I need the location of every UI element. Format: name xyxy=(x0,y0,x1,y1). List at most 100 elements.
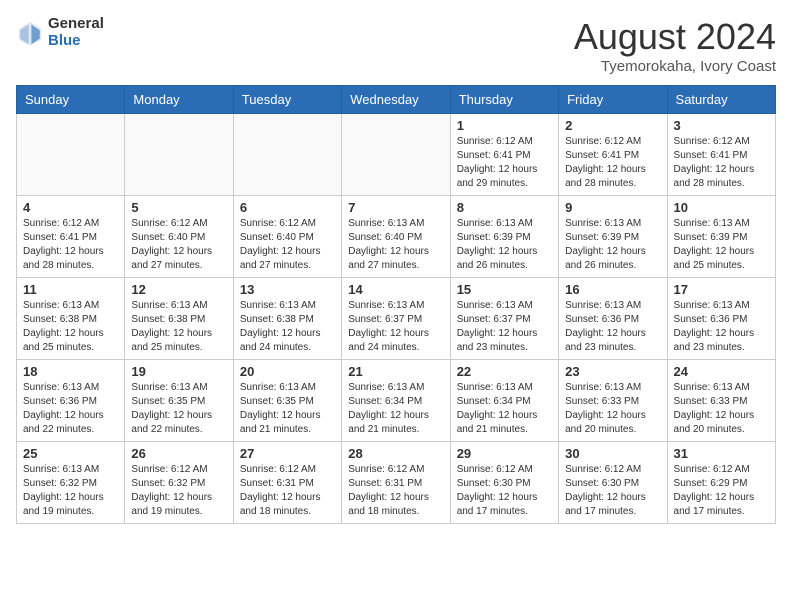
day-number: 11 xyxy=(23,282,118,297)
day-number: 4 xyxy=(23,200,118,215)
location: Tyemorokaha, Ivory Coast xyxy=(574,58,776,75)
day-number: 19 xyxy=(131,364,226,379)
day-info: Sunrise: 6:13 AM Sunset: 6:34 PM Dayligh… xyxy=(457,381,552,437)
week-row-1: 1 Sunrise: 6:12 AM Sunset: 6:41 PM Daylig… xyxy=(17,114,776,196)
day-number: 8 xyxy=(457,200,552,215)
day-cell: 26Sunrise: 6:12 AM Sunset: 6:32 PM Dayli… xyxy=(125,442,233,524)
day-cell: 4 Sunrise: 6:12 AM Sunset: 6:41 PM Daylig… xyxy=(17,196,125,278)
day-number: 14 xyxy=(348,282,443,297)
day-number: 27 xyxy=(240,446,335,461)
day-number: 24 xyxy=(674,364,769,379)
logo-general-text: General xyxy=(48,16,104,33)
day-number: 17 xyxy=(674,282,769,297)
day-info: Sunrise: 6:13 AM Sunset: 6:39 PM Dayligh… xyxy=(674,217,769,273)
day-info: Sunrise: 6:13 AM Sunset: 6:33 PM Dayligh… xyxy=(674,381,769,437)
day-info: Sunrise: 6:13 AM Sunset: 6:38 PM Dayligh… xyxy=(240,299,335,355)
day-number: 18 xyxy=(23,364,118,379)
day-info: Sunrise: 6:13 AM Sunset: 6:38 PM Dayligh… xyxy=(23,299,118,355)
day-cell: 1Sunrise: 6:12 AM Sunset: 6:41 PM Daylig… xyxy=(450,114,558,196)
day-number: 23 xyxy=(565,364,660,379)
day-number: 25 xyxy=(23,446,118,461)
logo-icon xyxy=(16,19,44,47)
day-info: Sunrise: 6:12 AM Sunset: 6:41 PM Dayligh… xyxy=(674,135,769,191)
day-info: Sunrise: 6:12 AM Sunset: 6:31 PM Dayligh… xyxy=(348,463,443,519)
day-cell: 22 Sunrise: 6:13 AM Sunset: 6:34 PM Dayli… xyxy=(450,360,558,442)
day-number: 21 xyxy=(348,364,443,379)
day-number: 2 xyxy=(565,118,660,133)
day-info: Sunrise: 6:13 AM Sunset: 6:36 PM Dayligh… xyxy=(565,299,660,355)
day-info: Sunrise: 6:13 AM Sunset: 6:37 PM Dayligh… xyxy=(348,299,443,355)
day-cell: 11 Sunrise: 6:13 AM Sunset: 6:38 PM Dayli… xyxy=(17,278,125,360)
weekday-header-friday: Friday xyxy=(559,86,667,114)
day-cell: 23 Sunrise: 6:13 AM Sunset: 6:33 PM Dayli… xyxy=(559,360,667,442)
day-cell: 28 Sunrise: 6:12 AM Sunset: 6:31 PM Dayli… xyxy=(342,442,450,524)
logo-blue-text: Blue xyxy=(48,33,104,50)
day-cell: 24 Sunrise: 6:13 AM Sunset: 6:33 PM Dayli… xyxy=(667,360,775,442)
day-info: Sunrise: 6:12 AM Sunset: 6:30 PM Dayligh… xyxy=(565,463,660,519)
logo-text: General Blue xyxy=(48,16,104,49)
day-cell: 3 Sunrise: 6:12 AM Sunset: 6:41 PM Daylig… xyxy=(667,114,775,196)
day-number: 22 xyxy=(457,364,552,379)
day-cell: 27 Sunrise: 6:12 AM Sunset: 6:31 PM Dayli… xyxy=(233,442,341,524)
weekday-header-monday: Monday xyxy=(125,86,233,114)
day-cell: 18 Sunrise: 6:13 AM Sunset: 6:36 PM Dayli… xyxy=(17,360,125,442)
day-info: Sunrise: 6:13 AM Sunset: 6:35 PM Dayligh… xyxy=(131,381,226,437)
day-info: Sunrise: 6:13 AM Sunset: 6:38 PM Dayligh… xyxy=(131,299,226,355)
day-number: 5 xyxy=(131,200,226,215)
day-info: Sunrise: 6:12 AM Sunset: 6:40 PM Dayligh… xyxy=(240,217,335,273)
day-cell: 15 Sunrise: 6:13 AM Sunset: 6:37 PM Dayli… xyxy=(450,278,558,360)
day-number: 28 xyxy=(348,446,443,461)
day-cell: 20Sunrise: 6:13 AM Sunset: 6:35 PM Dayli… xyxy=(233,360,341,442)
weekday-header-sunday: Sunday xyxy=(17,86,125,114)
day-cell: 19 Sunrise: 6:13 AM Sunset: 6:35 PM Dayli… xyxy=(125,360,233,442)
day-info: Sunrise: 6:12 AM Sunset: 6:29 PM Dayligh… xyxy=(674,463,769,519)
day-number: 7 xyxy=(348,200,443,215)
header: General Blue August 2024 Tyemorokaha, Iv… xyxy=(16,16,776,75)
day-cell: 31 Sunrise: 6:12 AM Sunset: 6:29 PM Dayli… xyxy=(667,442,775,524)
day-cell: 5 Sunrise: 6:12 AM Sunset: 6:40 PM Daylig… xyxy=(125,196,233,278)
day-cell: 2 Sunrise: 6:12 AM Sunset: 6:41 PM Daylig… xyxy=(559,114,667,196)
day-number: 1 xyxy=(457,118,552,133)
day-info: Sunrise: 6:13 AM Sunset: 6:33 PM Dayligh… xyxy=(565,381,660,437)
day-number: 3 xyxy=(674,118,769,133)
week-row-3: 11 Sunrise: 6:13 AM Sunset: 6:38 PM Dayli… xyxy=(17,278,776,360)
day-cell: 10Sunrise: 6:13 AM Sunset: 6:39 PM Dayli… xyxy=(667,196,775,278)
day-cell: 6 Sunrise: 6:12 AM Sunset: 6:40 PM Daylig… xyxy=(233,196,341,278)
day-info: Sunrise: 6:13 AM Sunset: 6:37 PM Dayligh… xyxy=(457,299,552,355)
day-info: Sunrise: 6:12 AM Sunset: 6:31 PM Dayligh… xyxy=(240,463,335,519)
day-cell: 14 Sunrise: 6:13 AM Sunset: 6:37 PM Dayli… xyxy=(342,278,450,360)
day-info: Sunrise: 6:13 AM Sunset: 6:36 PM Dayligh… xyxy=(23,381,118,437)
day-number: 12 xyxy=(131,282,226,297)
day-info: Sunrise: 6:12 AM Sunset: 6:40 PM Dayligh… xyxy=(131,217,226,273)
day-info: Sunrise: 6:13 AM Sunset: 6:39 PM Dayligh… xyxy=(457,217,552,273)
week-row-2: 4 Sunrise: 6:12 AM Sunset: 6:41 PM Daylig… xyxy=(17,196,776,278)
day-cell: 13 Sunrise: 6:13 AM Sunset: 6:38 PM Dayli… xyxy=(233,278,341,360)
day-number: 30 xyxy=(565,446,660,461)
day-info: Sunrise: 6:12 AM Sunset: 6:41 PM Dayligh… xyxy=(565,135,660,191)
logo: General Blue xyxy=(16,16,104,49)
day-info: Sunrise: 6:13 AM Sunset: 6:32 PM Dayligh… xyxy=(23,463,118,519)
day-cell: 25 Sunrise: 6:13 AM Sunset: 6:32 PM Dayli… xyxy=(17,442,125,524)
month-year: August 2024 xyxy=(574,16,776,58)
day-cell xyxy=(17,114,125,196)
day-number: 26 xyxy=(131,446,226,461)
day-cell xyxy=(233,114,341,196)
day-info: Sunrise: 6:13 AM Sunset: 6:39 PM Dayligh… xyxy=(565,217,660,273)
day-number: 6 xyxy=(240,200,335,215)
day-cell: 17Sunrise: 6:13 AM Sunset: 6:36 PM Dayli… xyxy=(667,278,775,360)
day-number: 9 xyxy=(565,200,660,215)
day-info: Sunrise: 6:13 AM Sunset: 6:35 PM Dayligh… xyxy=(240,381,335,437)
day-number: 31 xyxy=(674,446,769,461)
day-info: Sunrise: 6:12 AM Sunset: 6:41 PM Dayligh… xyxy=(23,217,118,273)
weekday-header-tuesday: Tuesday xyxy=(233,86,341,114)
day-number: 15 xyxy=(457,282,552,297)
week-row-4: 18 Sunrise: 6:13 AM Sunset: 6:36 PM Dayli… xyxy=(17,360,776,442)
day-number: 13 xyxy=(240,282,335,297)
day-cell: 7Sunrise: 6:13 AM Sunset: 6:40 PM Daylig… xyxy=(342,196,450,278)
weekday-header-row: SundayMondayTuesdayWednesdayThursdayFrid… xyxy=(17,86,776,114)
day-cell: 8 Sunrise: 6:13 AM Sunset: 6:39 PM Daylig… xyxy=(450,196,558,278)
week-row-5: 25 Sunrise: 6:13 AM Sunset: 6:32 PM Dayli… xyxy=(17,442,776,524)
weekday-header-wednesday: Wednesday xyxy=(342,86,450,114)
day-cell: 29Sunrise: 6:12 AM Sunset: 6:30 PM Dayli… xyxy=(450,442,558,524)
day-cell xyxy=(342,114,450,196)
